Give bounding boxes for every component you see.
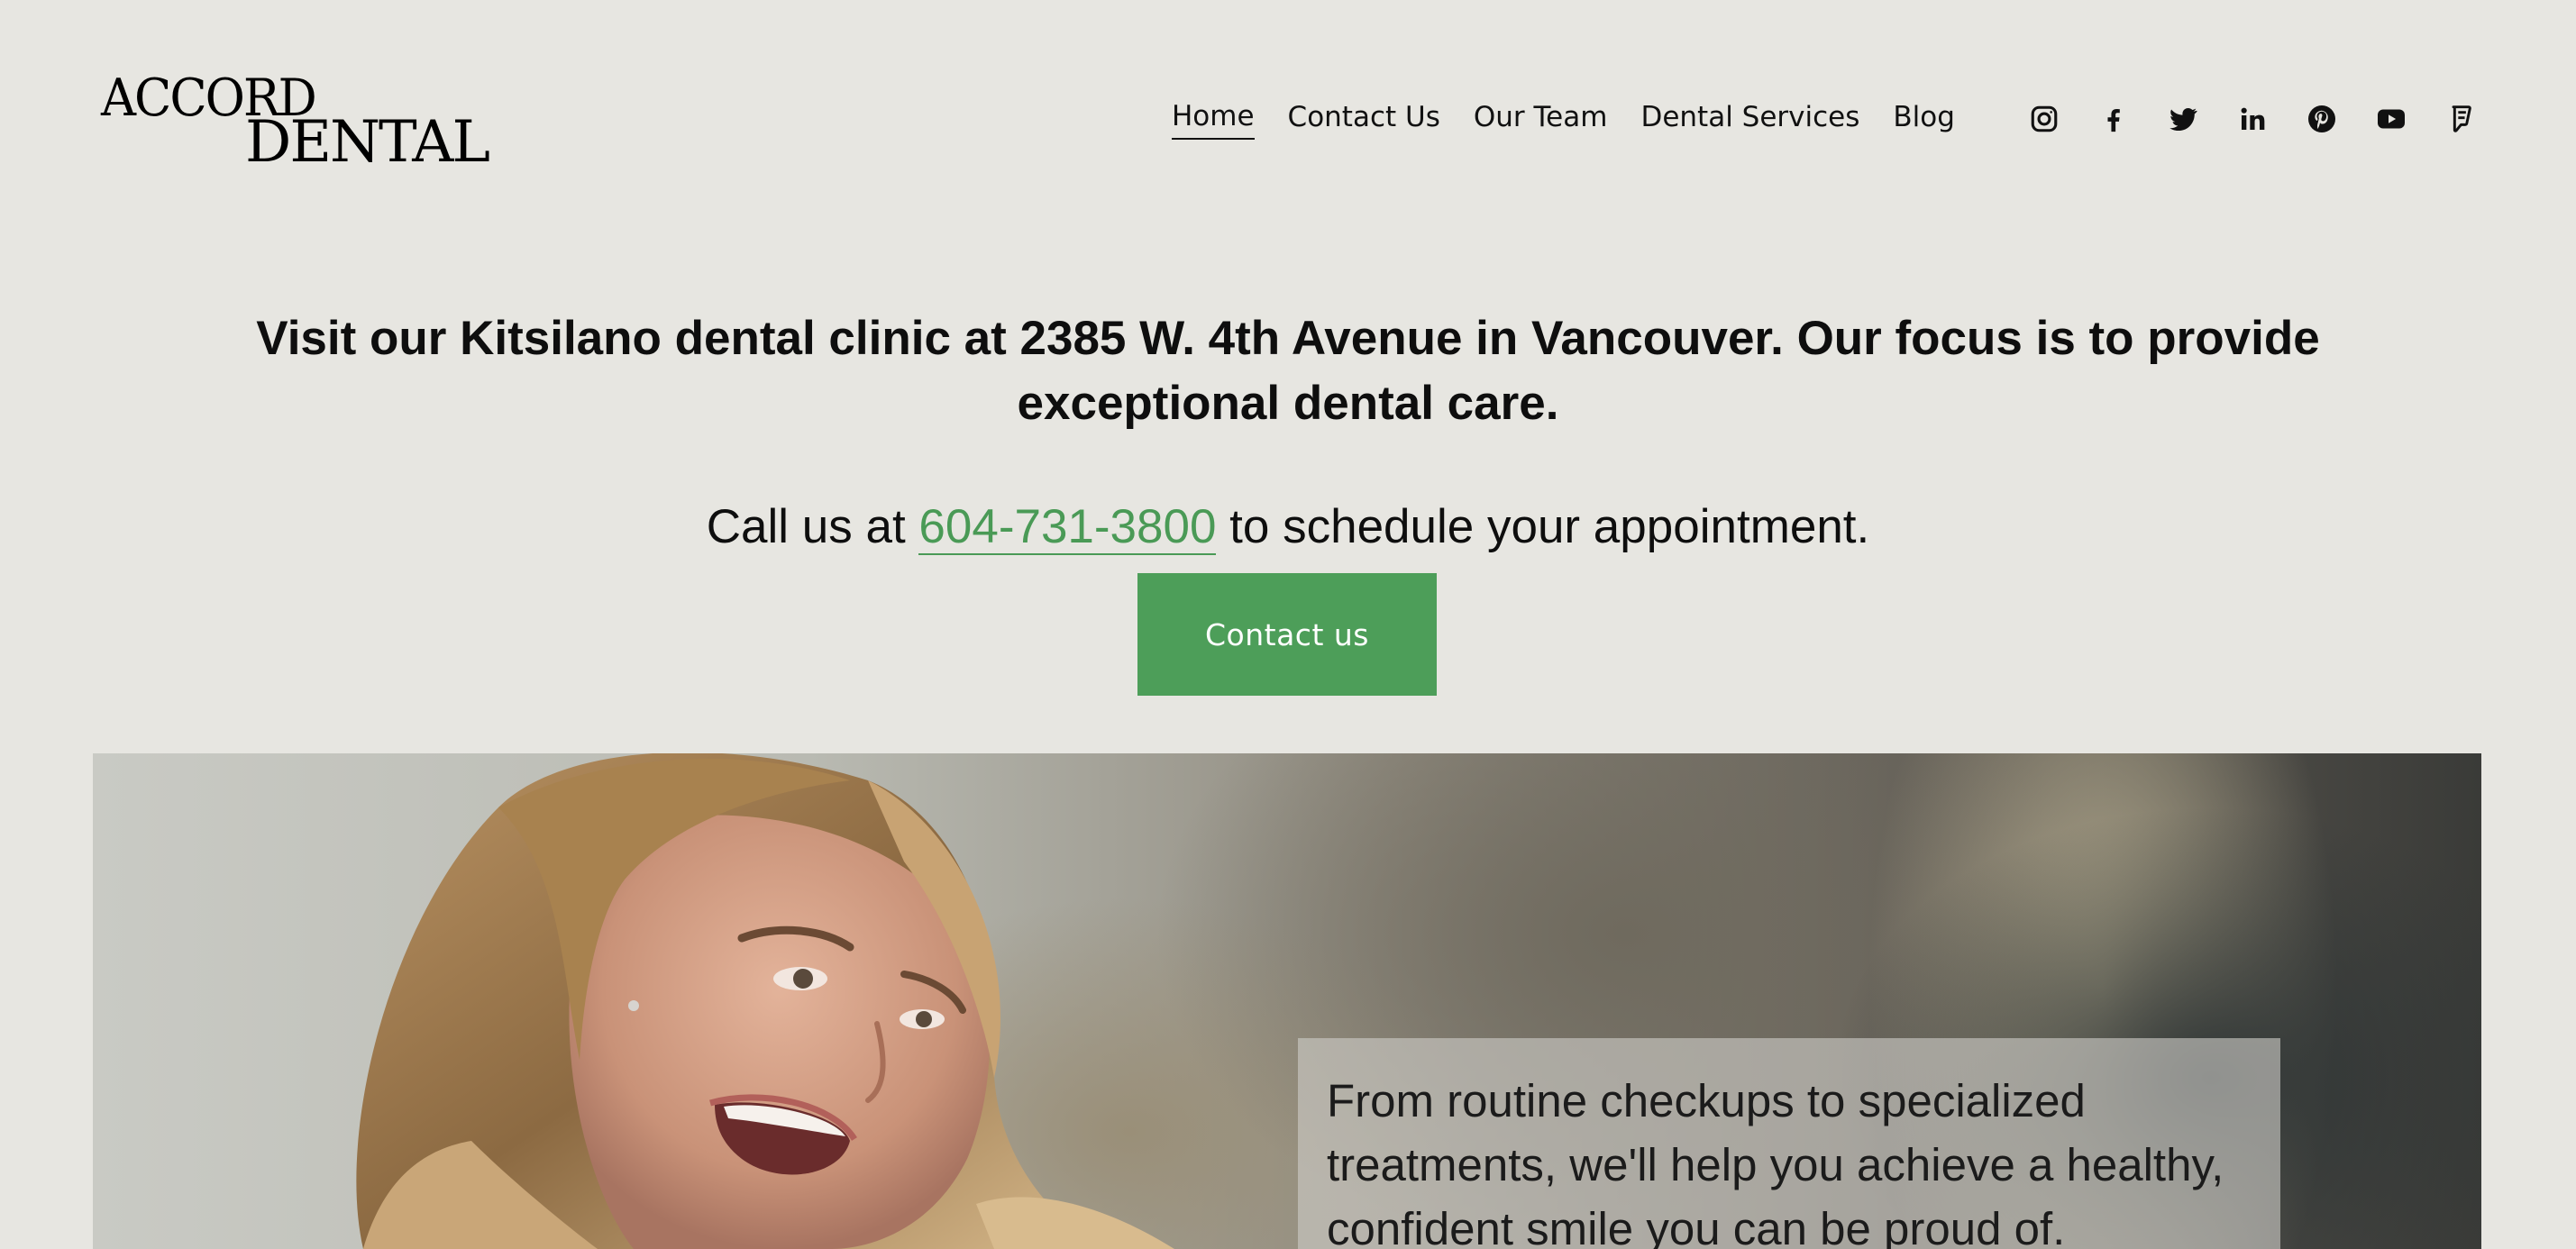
social-links (2026, 101, 2479, 137)
banner-overlay-text: From routine checkups to specialized tre… (1327, 1075, 2224, 1249)
nav-our-team[interactable]: Our Team (1474, 99, 1608, 139)
pinterest-icon[interactable] (2304, 101, 2340, 137)
foursquare-icon[interactable] (2443, 101, 2479, 137)
call-to-action-text: Call us at 604-731-3800 to schedule your… (0, 497, 2576, 557)
site-header: ACCORD DENTAL Home Contact Us Our Team D… (0, 0, 2576, 239)
hero-headline: Visit our Kitsilano dental clinic at 238… (256, 312, 2320, 430)
logo-line-2: DENTAL (245, 109, 490, 176)
youtube-icon[interactable] (2373, 101, 2409, 137)
nav-contact-us[interactable]: Contact Us (1288, 99, 1440, 139)
main-nav: Home Contact Us Our Team Dental Services… (1172, 97, 1955, 141)
contact-us-button[interactable]: Contact us (1137, 573, 1437, 696)
nav-dental-services[interactable]: Dental Services (1640, 99, 1859, 139)
smiling-woman-photo (356, 753, 1174, 1249)
phone-link[interactable]: 604-731-3800 (918, 500, 1217, 555)
call-suffix: to schedule your appointment. (1216, 500, 1870, 553)
facebook-icon[interactable] (2096, 101, 2132, 137)
accord-dental-logo[interactable]: ACCORD DENTAL (101, 72, 490, 171)
twitter-icon[interactable] (2165, 101, 2201, 137)
call-prefix: Call us at (706, 500, 919, 553)
instagram-icon[interactable] (2026, 101, 2062, 137)
nav-blog[interactable]: Blog (1893, 99, 1955, 139)
hero-banner-image: From routine checkups to specialized tre… (93, 753, 2481, 1249)
linkedin-icon[interactable] (2234, 101, 2270, 137)
banner-text-overlay: From routine checkups to specialized tre… (1298, 1038, 2280, 1249)
nav-home[interactable]: Home (1172, 98, 1255, 140)
